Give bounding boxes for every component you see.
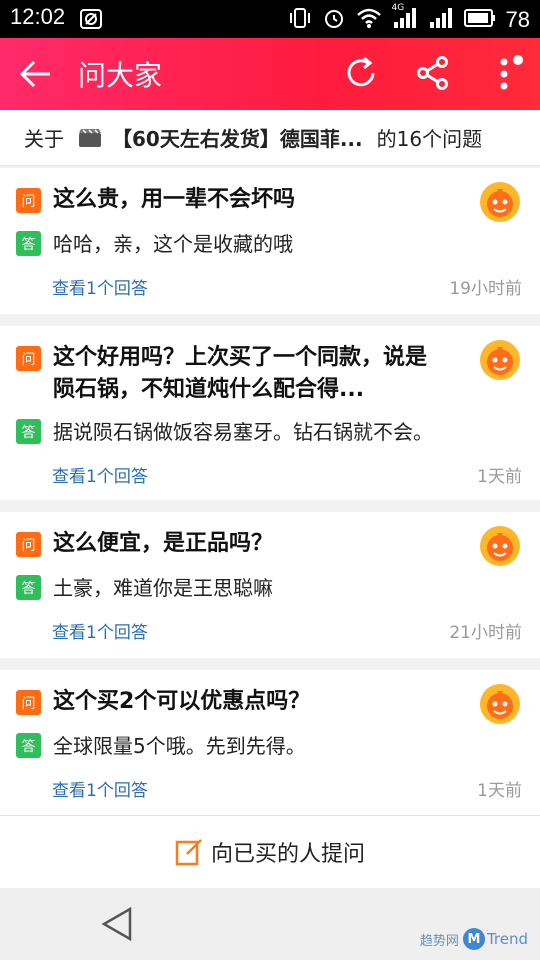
back-button[interactable] [18,56,54,92]
answer-row: 答 据说陨石锅做饭容易塞牙。钻石锅就不会。 [16,418,433,446]
more-icon [500,55,523,90]
question-time: 21小时前 [449,623,522,643]
subject-product: 【60天左右发货】德国菲... [112,127,363,151]
answer-text: 据说陨石锅做饭容易塞牙。钻石锅就不会。 [53,420,433,444]
avatar-icon [480,182,520,222]
question-row: 问 这么便宜，是正品吗？ [16,528,453,560]
refresh-icon [347,56,375,87]
question-tag: 问 [16,690,41,715]
question-text: 这么便宜，是正品吗？ [53,531,274,556]
watermark-logo: M [462,928,485,950]
battery-icon [463,8,496,32]
signal-icon [428,7,454,33]
question-card[interactable]: 问 这个好用吗？上次买了一个同款，说是陨石锅，不知道炖什么配合得... 答 据说… [0,326,540,500]
question-row: 问 这个好用吗？上次买了一个同款，说是陨石锅，不知道炖什么配合得... [16,342,443,406]
page-title: 问大家 [78,59,163,92]
notification-icon [80,9,102,33]
watermark-en: Trend [486,930,528,948]
question-tag: 问 [16,532,41,557]
answer-text: 全球限量5个哦。先到先得。 [53,734,306,758]
nav-back-button[interactable] [100,906,134,942]
answer-tag: 答 [16,575,41,600]
nav-back-icon [101,906,132,942]
question-text: 这个好用吗？上次买了一个同款，说是陨石锅，不知道炖什么配合得... [53,345,428,402]
answer-row: 答 全球限量5个哦。先到先得。 [16,732,306,760]
answer-tag: 答 [16,733,41,758]
view-answers-link[interactable]: 查看1个回答 [52,776,148,801]
question-row: 问 这个买2个可以优惠点吗？ [16,686,453,718]
view-answers-link[interactable]: 查看1个回答 [52,462,148,487]
answer-row: 答 土豪，难道你是王思聪嘛 [16,574,273,602]
subject-prefix: 关于 [24,127,64,151]
vibrate-icon [288,6,312,34]
answer-text: 土豪，难道你是王思聪嘛 [53,576,273,600]
alarm-icon [322,6,346,34]
question-tag: 问 [16,346,41,371]
status-icons: 4G 78 [288,3,530,34]
network-label: 4G [391,3,405,13]
signal-4g-icon: 4G [392,3,418,33]
answer-row: 答 哈哈，亲，这个是收藏的哦 [16,230,293,258]
question-text: 这么贵，用一辈不会坏吗 [53,187,296,212]
subject-suffix: 的16个问题 [376,127,483,151]
question-time: 1天前 [477,781,522,801]
answer-tag: 答 [16,231,41,256]
edit-icon [175,838,203,866]
battery-level: 78 [505,7,530,32]
question-time: 19小时前 [449,279,522,299]
question-card[interactable]: 问 这么便宜，是正品吗？ 答 土豪，难道你是王思聪嘛 查看1个回答 21小时前 [0,512,540,658]
view-answers-link[interactable]: 查看1个回答 [52,618,148,643]
back-arrow-icon [19,60,50,88]
question-card[interactable]: 问 这个买2个可以优惠点吗？ 答 全球限量5个哦。先到先得。 查看1个回答 1天… [0,670,540,815]
watermark-cn: 趋势网 [419,933,459,949]
share-icon [417,56,448,90]
answer-text: 哈哈，亲，这个是收藏的哦 [53,232,293,256]
wifi-icon [356,7,382,33]
product-icon [78,128,102,148]
app-header: 问大家 [0,38,540,110]
avatar-icon [480,340,520,380]
view-answers-link[interactable]: 查看1个回答 [52,274,148,299]
status-bar: 12:02 4G 78 [0,0,540,38]
status-time: 12:02 [10,4,66,29]
answer-tag: 答 [16,419,41,444]
ask-label: 向已买的人提问 [210,842,365,867]
question-card[interactable]: 问 这么贵，用一辈不会坏吗 答 哈哈，亲，这个是收藏的哦 查看1个回答 19小时… [0,168,540,314]
navigation-bar: 趋势网 M Trend [0,888,540,960]
avatar-icon [480,526,520,566]
avatar-icon [480,684,520,724]
ask-buyers-button[interactable]: 向已买的人提问 [0,815,540,888]
question-tag: 问 [16,188,41,213]
subject-bar[interactable]: 关于 【60天左右发货】德国菲... 的16个问题 [0,110,540,166]
more-button[interactable] [490,54,524,94]
share-button[interactable] [414,54,452,92]
question-text: 这个买2个可以优惠点吗？ [53,689,311,714]
question-time: 1天前 [477,467,522,487]
watermark: 趋势网 M Trend [420,928,528,950]
refresh-button[interactable] [342,54,380,92]
question-row: 问 这么贵，用一辈不会坏吗 [16,184,453,216]
